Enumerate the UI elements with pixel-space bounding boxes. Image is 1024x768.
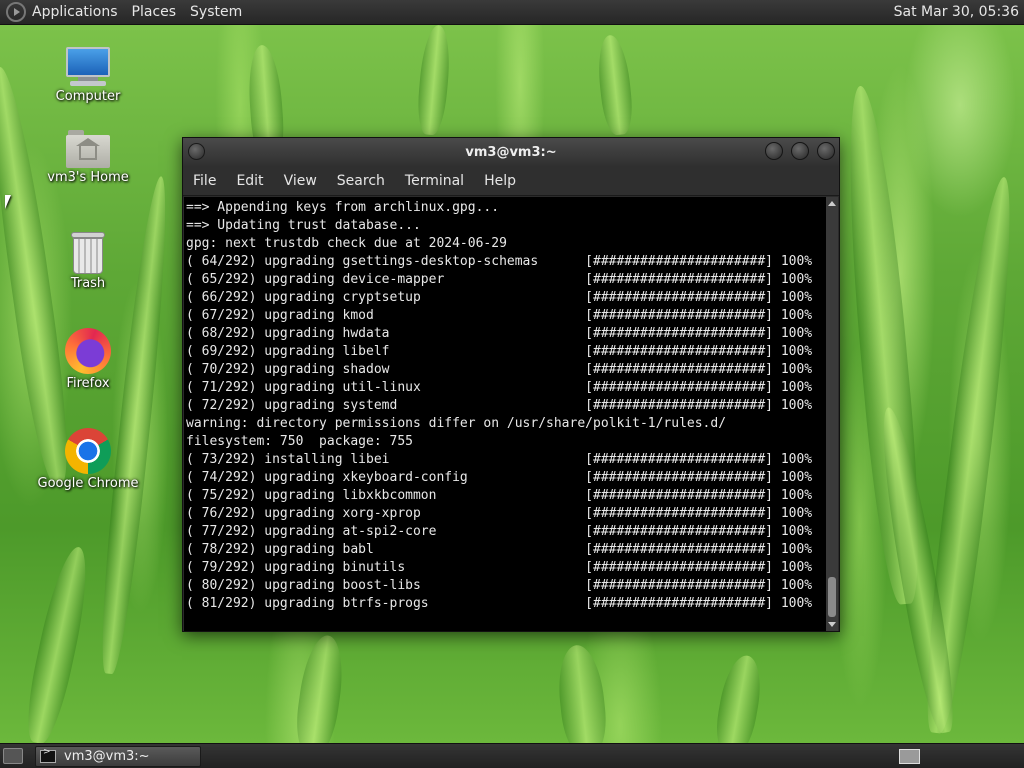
- terminal-icon: [40, 747, 56, 763]
- terminal-line: ( 65/292) upgrading device-mapper [#####…: [186, 272, 813, 287]
- panel-logo-icon[interactable]: [6, 2, 26, 22]
- taskbar-button-label: vm3@vm3:~: [64, 748, 150, 764]
- terminal-line: ( 77/292) upgrading at-spi2-core [######…: [186, 524, 813, 539]
- desktop-icon-home[interactable]: vm3's Home: [33, 130, 143, 185]
- window-titlebar[interactable]: vm3@vm3:~: [183, 138, 839, 166]
- menu-edit[interactable]: Edit: [236, 173, 263, 189]
- terminal-line: ( 68/292) upgrading hwdata [############…: [186, 326, 813, 341]
- menu-places[interactable]: Places: [132, 4, 177, 20]
- terminal-line: warning: directory permissions differ on…: [186, 416, 727, 431]
- close-button[interactable]: [817, 142, 835, 160]
- desktop-icon-label: Firefox: [66, 376, 110, 391]
- scrollbar-thumb[interactable]: [828, 577, 836, 617]
- terminal-scrollbar[interactable]: [826, 197, 838, 631]
- terminal-line: ==> Updating trust database...: [186, 218, 421, 233]
- menu-view[interactable]: View: [284, 173, 317, 189]
- desktop-icon-label: Computer: [55, 89, 121, 104]
- panel-clock[interactable]: Sat Mar 30, 05:36: [894, 4, 1019, 20]
- desktop-icon-label: vm3's Home: [47, 170, 129, 185]
- terminal-line: ( 71/292) upgrading util-linux [########…: [186, 380, 813, 395]
- terminal-line: ( 69/292) upgrading libelf [############…: [186, 344, 813, 359]
- chrome-icon: [65, 428, 111, 474]
- terminal-line: ( 81/292) upgrading btrfs-progs [#######…: [186, 596, 813, 611]
- window-title: vm3@vm3:~: [465, 144, 557, 160]
- menu-applications[interactable]: Applications: [32, 4, 118, 20]
- menu-file[interactable]: File: [193, 173, 216, 189]
- scroll-down-icon[interactable]: [828, 622, 836, 627]
- minimize-button[interactable]: [765, 142, 783, 160]
- menu-search[interactable]: Search: [337, 173, 385, 189]
- show-desktop-icon[interactable]: [3, 748, 23, 764]
- window-menu-button[interactable]: [188, 143, 205, 160]
- terminal-line: ==> Appending keys from archlinux.gpg...: [186, 200, 500, 215]
- terminal-line: gpg: next trustdb check due at 2024-06-2…: [186, 236, 507, 251]
- terminal-line: filesystem: 750 package: 755: [186, 434, 413, 449]
- terminal-line: ( 79/292) upgrading binutils [##########…: [186, 560, 813, 575]
- terminal-menubar: File Edit View Search Terminal Help: [183, 166, 839, 196]
- menu-help[interactable]: Help: [484, 173, 516, 189]
- firefox-icon: [65, 328, 111, 374]
- menu-terminal[interactable]: Terminal: [405, 173, 464, 189]
- terminal-line: ( 73/292) installing libei [############…: [186, 452, 813, 467]
- menu-system[interactable]: System: [190, 4, 242, 20]
- trash-icon: [70, 230, 106, 274]
- desktop-icon-trash[interactable]: Trash: [33, 230, 143, 291]
- terminal-line: ( 74/292) upgrading xkeyboard-config [##…: [186, 470, 813, 485]
- terminal-line: ( 67/292) upgrading kmod [##############…: [186, 308, 813, 323]
- terminal-line: ( 64/292) upgrading gsettings-desktop-sc…: [186, 254, 813, 269]
- desktop-icon-label: Trash: [70, 276, 106, 291]
- terminal-output[interactable]: ==> Appending keys from archlinux.gpg...…: [184, 197, 827, 631]
- taskbar-button-terminal[interactable]: vm3@vm3:~: [35, 745, 201, 767]
- terminal-line: ( 75/292) upgrading libxkbcommon [######…: [186, 488, 813, 503]
- terminal-line: ( 78/292) upgrading babl [##############…: [186, 542, 813, 557]
- mouse-cursor-icon: [5, 195, 17, 209]
- workspace-switcher[interactable]: [899, 748, 920, 764]
- desktop-icon-chrome[interactable]: Google Chrome: [33, 428, 143, 491]
- terminal-window[interactable]: vm3@vm3:~ File Edit View Search Terminal…: [182, 137, 840, 632]
- computer-icon: [64, 47, 112, 87]
- bottom-panel: vm3@vm3:~: [0, 743, 1024, 768]
- desktop-icon-computer[interactable]: Computer: [33, 47, 143, 104]
- top-panel: Applications Places System Sat Mar 30, 0…: [0, 0, 1024, 25]
- terminal-line: ( 76/292) upgrading xorg-xprop [########…: [186, 506, 813, 521]
- terminal-line: ( 66/292) upgrading cryptsetup [########…: [186, 290, 813, 305]
- scroll-up-icon[interactable]: [828, 201, 836, 206]
- desktop-icon-firefox[interactable]: Firefox: [33, 328, 143, 391]
- desktop-icon-label: Google Chrome: [37, 476, 139, 491]
- maximize-button[interactable]: [791, 142, 809, 160]
- terminal-line: ( 70/292) upgrading shadow [############…: [186, 362, 813, 377]
- terminal-line: ( 72/292) upgrading systemd [###########…: [186, 398, 813, 413]
- home-folder-icon: [66, 130, 110, 168]
- terminal-line: ( 80/292) upgrading boost-libs [########…: [186, 578, 813, 593]
